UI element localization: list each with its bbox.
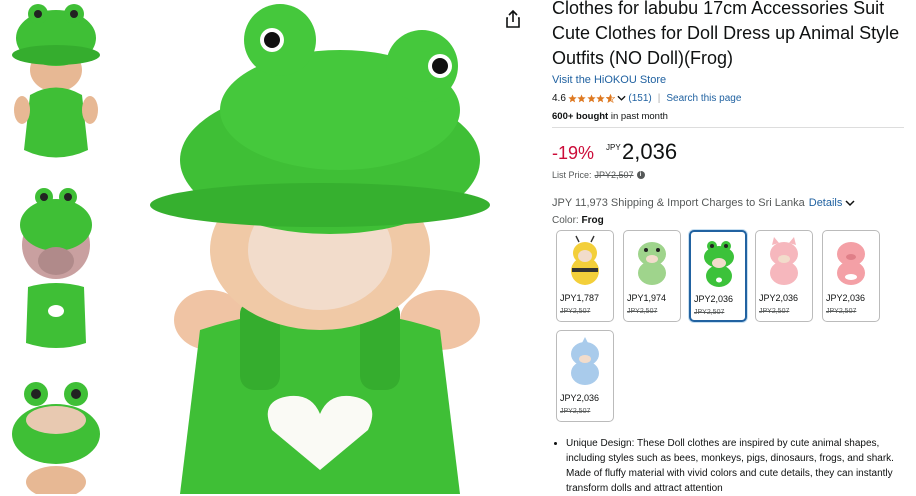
thumbnail-strip: [0, 0, 110, 494]
swatch-list-price: JPY2,507: [694, 309, 725, 316]
search-page-link[interactable]: Search this page: [666, 93, 741, 104]
star-icon: [577, 94, 587, 103]
swatch-list-price: JPY2,507: [759, 308, 790, 315]
bought-count: 600+ bought in past month: [552, 111, 668, 122]
thumbnail-frog-doll-front-image: [20, 188, 92, 348]
discount-percent: -19%: [552, 143, 595, 163]
swatch-list-price: JPY2,507: [627, 308, 658, 315]
color-label: Color:: [552, 215, 579, 226]
thumbnail-3[interactable]: [8, 372, 104, 494]
shark-outfit-thumbnail: [571, 337, 599, 385]
rating-value: 4.6: [552, 93, 566, 104]
separator: |: [657, 93, 661, 104]
dino-outfit-thumbnail: [638, 242, 666, 285]
bought-rest: in past month: [608, 111, 668, 122]
star-icon: [587, 94, 596, 103]
product-title: Clothes for labubu 17cm Accessories Suit…: [552, 0, 900, 68]
thumbnail-2[interactable]: [8, 183, 104, 353]
star-icon: [596, 94, 606, 103]
swatch-frog-selected[interactable]: JPY2,036 JPY2,507: [689, 230, 747, 322]
swatch-price: JPY2,036: [560, 393, 600, 403]
shipping-text: JPY 11,973 Shipping & Import Charges to …: [552, 197, 805, 209]
main-product-image[interactable]: [140, 0, 500, 494]
product-details: Clothes for labubu 17cm Accessories Suit…: [552, 0, 908, 494]
divider: [552, 127, 904, 128]
star-rating[interactable]: [568, 94, 616, 103]
thumbnail-1[interactable]: [8, 0, 104, 170]
price-currency: JPY: [606, 143, 621, 152]
bee-outfit-thumbnail: [571, 235, 599, 285]
bought-bold: 600+ bought: [552, 111, 609, 122]
half-star-icon: [605, 94, 615, 103]
feature-bullets: Unique Design: These Doll clothes are in…: [552, 436, 904, 496]
shipping-details-link[interactable]: Details: [809, 197, 843, 209]
swatch-pig[interactable]: JPY2,036 JPY2,507: [755, 230, 813, 322]
shipping-info: JPY 11,973 Shipping & Import Charges to …: [552, 197, 855, 209]
color-selection-label: Color: Frog: [552, 215, 604, 226]
thumbnail-frog-doll-image: [12, 4, 100, 158]
pink-pig-outfit-thumbnail: [837, 242, 865, 285]
thumbnail-frog-hat-image: [12, 382, 100, 494]
swatch-price: JPY2,036: [694, 294, 734, 304]
frog-outfit-thumbnail: [704, 241, 734, 287]
chevron-down-icon[interactable]: [845, 199, 855, 207]
swatch-list-price: JPY2,507: [826, 308, 857, 315]
frog-outfit-doll-image: [150, 4, 490, 494]
store-link[interactable]: Visit the HiOKOU Store: [552, 74, 666, 86]
list-price-label: List Price:: [552, 170, 592, 180]
rating-row: 4.6 (151) | Search this page: [552, 93, 741, 104]
swatch-price: JPY1,787: [560, 293, 600, 303]
swatch-price: JPY1,974: [627, 293, 667, 303]
list-price-value: JPY2,507: [594, 170, 634, 180]
swatch-list-price: JPY2,507: [560, 308, 591, 315]
info-icon[interactable]: i: [636, 171, 645, 179]
swatch-price: JPY2,036: [826, 293, 866, 303]
swatch-dino[interactable]: JPY1,974 JPY2,507: [623, 230, 681, 322]
chevron-down-icon[interactable]: [617, 95, 626, 102]
list-price: List Price: JPY2,507 i: [552, 170, 645, 180]
share-icon[interactable]: [502, 8, 524, 30]
swatch-price: JPY2,036: [759, 293, 799, 303]
feature-bullet: Unique Design: These Doll clothes are in…: [566, 436, 904, 496]
swatch-shark[interactable]: JPY2,036 JPY2,507: [556, 330, 614, 422]
color-value: Frog: [581, 215, 604, 226]
rating-count-link[interactable]: (151): [628, 93, 651, 104]
star-icon: [568, 94, 577, 103]
price-amount: 2,036: [622, 139, 678, 164]
swatch-pig-pink[interactable]: JPY2,036 JPY2,507: [822, 230, 880, 322]
swatch-list-price: JPY2,507: [560, 408, 591, 415]
swatch-bee[interactable]: JPY1,787 JPY2,507: [556, 230, 614, 322]
pig-outfit-thumbnail: [770, 237, 798, 285]
